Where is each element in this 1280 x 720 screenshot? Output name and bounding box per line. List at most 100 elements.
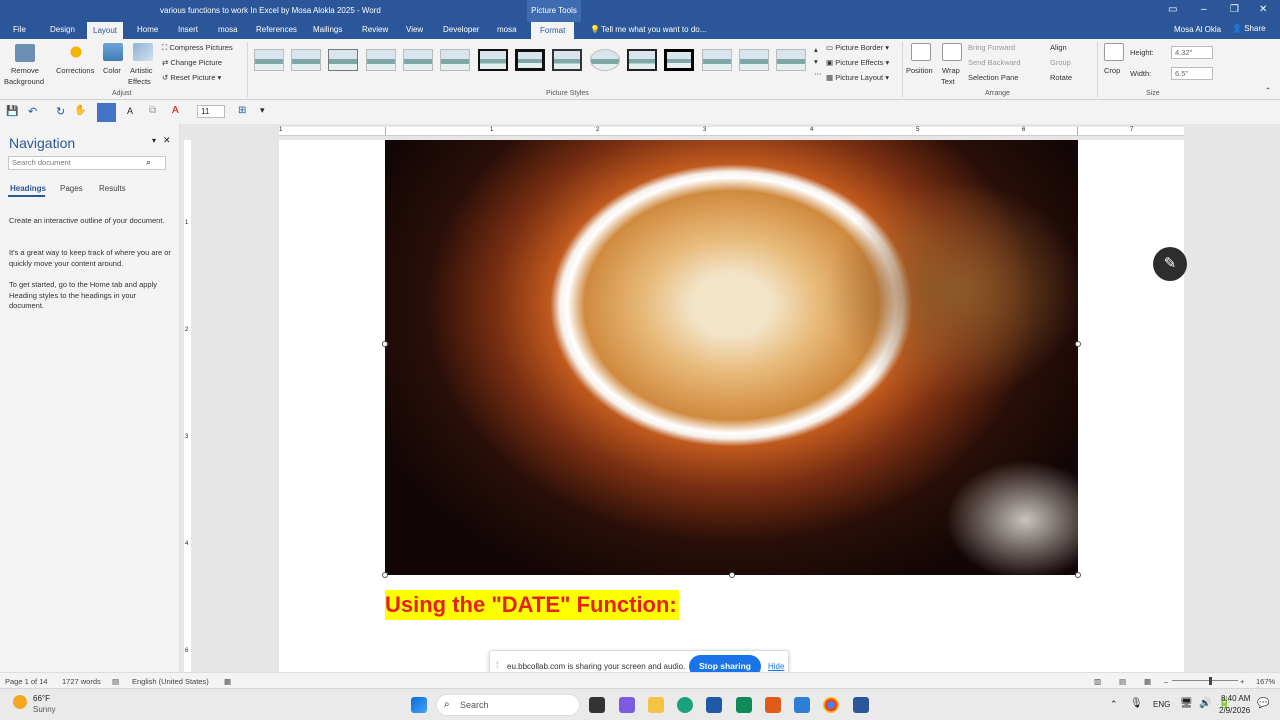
sun-icon[interactable] — [66, 43, 86, 61]
picture-style-3[interactable] — [328, 49, 358, 71]
page-count[interactable]: Page 1 of 14 — [5, 677, 48, 686]
clock-date[interactable]: 2/9/2026 — [1219, 706, 1250, 715]
reset-picture-button[interactable]: ↺ Reset Picture ▾ — [162, 73, 221, 82]
share-button[interactable]: 👤 Share — [1232, 24, 1266, 33]
volume-icon[interactable]: 🔊 — [1199, 698, 1211, 709]
microphone-icon[interactable]: 🎙 — [1130, 698, 1143, 709]
tell-me-input[interactable]: Tell me what you want to do... — [601, 25, 706, 34]
powerpoint-icon[interactable] — [765, 697, 781, 713]
edge-icon[interactable] — [677, 697, 693, 713]
bring-forward-button[interactable]: Bring Forward — [968, 43, 1015, 52]
search-document-input[interactable]: Search document — [8, 156, 166, 170]
save-icon[interactable]: 💾 — [6, 106, 18, 117]
ribbon-display-icon[interactable]: ▭ — [1168, 4, 1177, 15]
compress-pictures-button[interactable]: ⛶ Compress Pictures — [162, 43, 233, 53]
teams-icon[interactable] — [619, 697, 635, 713]
position-icon[interactable] — [911, 43, 931, 61]
drag-handle-icon[interactable]: ⁞ — [496, 660, 499, 670]
undo-icon[interactable]: ↶ — [28, 105, 37, 118]
tab-design[interactable]: Design — [50, 25, 75, 34]
weather-sun-icon[interactable] — [13, 695, 27, 709]
task-view-icon[interactable] — [589, 697, 605, 713]
artistic-effects-label[interactable]: Artistic — [130, 66, 153, 75]
pencil-icon[interactable]: ✎ — [1153, 247, 1187, 281]
store-icon[interactable] — [706, 697, 722, 713]
pane-options-icon[interactable]: ▾ — [152, 136, 156, 145]
color-icon[interactable] — [103, 43, 123, 61]
gallery-down-icon[interactable]: ▾ — [814, 57, 818, 66]
position-button[interactable]: Position — [906, 66, 933, 75]
chrome-icon[interactable] — [823, 697, 839, 713]
close-icon[interactable]: ✕ — [1259, 4, 1267, 15]
picture-border-button[interactable]: ▭ Picture Border ▾ — [826, 43, 889, 52]
resize-handle-bottom[interactable] — [729, 572, 735, 578]
remote-desktop-icon[interactable] — [794, 697, 810, 713]
weather-temp[interactable]: 66°F — [33, 694, 50, 703]
tab-review[interactable]: Review — [362, 25, 388, 34]
zoom-level[interactable]: 167% — [1256, 677, 1275, 686]
picture-style-13[interactable] — [702, 49, 732, 71]
zoom-out-icon[interactable]: – — [1164, 677, 1168, 686]
remove-background-label-2[interactable]: Background — [4, 77, 44, 86]
restore-icon[interactable]: ❐ — [1230, 4, 1239, 15]
color-button[interactable]: Color — [103, 66, 121, 75]
proofing-icon[interactable]: ▤ — [112, 677, 119, 686]
height-input[interactable]: 4.32" — [1171, 46, 1213, 59]
remove-background-icon[interactable] — [15, 44, 35, 62]
tab-format[interactable]: Format — [531, 22, 575, 39]
redo-icon[interactable]: ↻ — [56, 105, 65, 118]
tray-chevron-icon[interactable]: ⌃ — [1110, 699, 1118, 710]
group-button[interactable]: Group — [1050, 58, 1071, 67]
resize-handle-bottom-right[interactable] — [1075, 572, 1081, 578]
wrap-text-label-2[interactable]: Text — [941, 77, 955, 86]
tab-mosa-2[interactable]: mosa — [497, 25, 517, 34]
remove-background-label[interactable]: Remove — [11, 66, 39, 75]
resize-handle-right[interactable] — [1075, 341, 1081, 347]
picture-style-1[interactable] — [254, 49, 284, 71]
picture-style-11[interactable] — [627, 49, 657, 71]
tab-file[interactable]: File — [13, 25, 26, 34]
gallery-up-icon[interactable]: ▴ — [814, 45, 818, 54]
minimize-icon[interactable]: – — [1201, 4, 1207, 15]
clock-time[interactable]: 8:40 AM — [1221, 694, 1250, 703]
tab-home[interactable]: Home — [137, 25, 158, 34]
word-icon[interactable] — [853, 697, 869, 713]
crop-icon[interactable] — [1104, 43, 1124, 61]
picture-style-5[interactable] — [403, 49, 433, 71]
selection-pane-button[interactable]: Selection Pane — [968, 73, 1018, 82]
nav-tab-results[interactable]: Results — [99, 184, 126, 193]
file-explorer-icon[interactable] — [648, 697, 664, 713]
zoom-slider-thumb[interactable] — [1209, 677, 1212, 685]
resize-handle-left[interactable] — [382, 341, 388, 347]
font-color-icon[interactable]: A — [172, 105, 179, 116]
picture-style-15[interactable] — [776, 49, 806, 71]
tab-view[interactable]: View — [406, 25, 423, 34]
format-painter-icon[interactable]: ⧉ — [149, 105, 156, 116]
picture-style-4[interactable] — [366, 49, 396, 71]
collapse-ribbon-icon[interactable]: ⌃ — [1265, 86, 1271, 95]
word-count[interactable]: 1727 words — [62, 677, 101, 686]
tab-insert[interactable]: Insert — [178, 25, 198, 34]
resize-handle-bottom-left[interactable] — [382, 572, 388, 578]
wrap-text-label[interactable]: Wrap — [942, 66, 960, 75]
language-status[interactable]: English (United States) — [132, 677, 209, 686]
web-layout-icon[interactable]: ▦ — [1144, 677, 1151, 686]
align-button[interactable]: Align — [1050, 43, 1067, 52]
crop-button[interactable]: Crop — [1104, 66, 1120, 75]
translate-icon[interactable]: ⊞ — [238, 105, 246, 116]
picture-style-6[interactable] — [440, 49, 470, 71]
read-mode-icon[interactable]: ▥ — [1094, 677, 1101, 686]
picture-layout-button[interactable]: ▦ Picture Layout ▾ — [826, 73, 889, 82]
tab-mosa[interactable]: mosa — [218, 25, 238, 34]
tab-mailings[interactable]: Mailings — [313, 25, 342, 34]
weather-desc[interactable]: Sunny — [33, 705, 56, 714]
coffee-latte-image[interactable] — [385, 140, 1078, 575]
user-name[interactable]: Mosa Al Okla — [1174, 25, 1221, 34]
picture-style-14[interactable] — [739, 49, 769, 71]
print-layout-icon[interactable]: ▤ — [1119, 677, 1126, 686]
send-backward-button[interactable]: Send Backward — [968, 58, 1021, 67]
width-input[interactable]: 6.5" — [1171, 67, 1213, 80]
artistic-effects-label-2[interactable]: Effects — [128, 77, 151, 86]
artistic-effects-icon[interactable] — [133, 43, 153, 61]
zoom-slider[interactable] — [1172, 680, 1238, 681]
